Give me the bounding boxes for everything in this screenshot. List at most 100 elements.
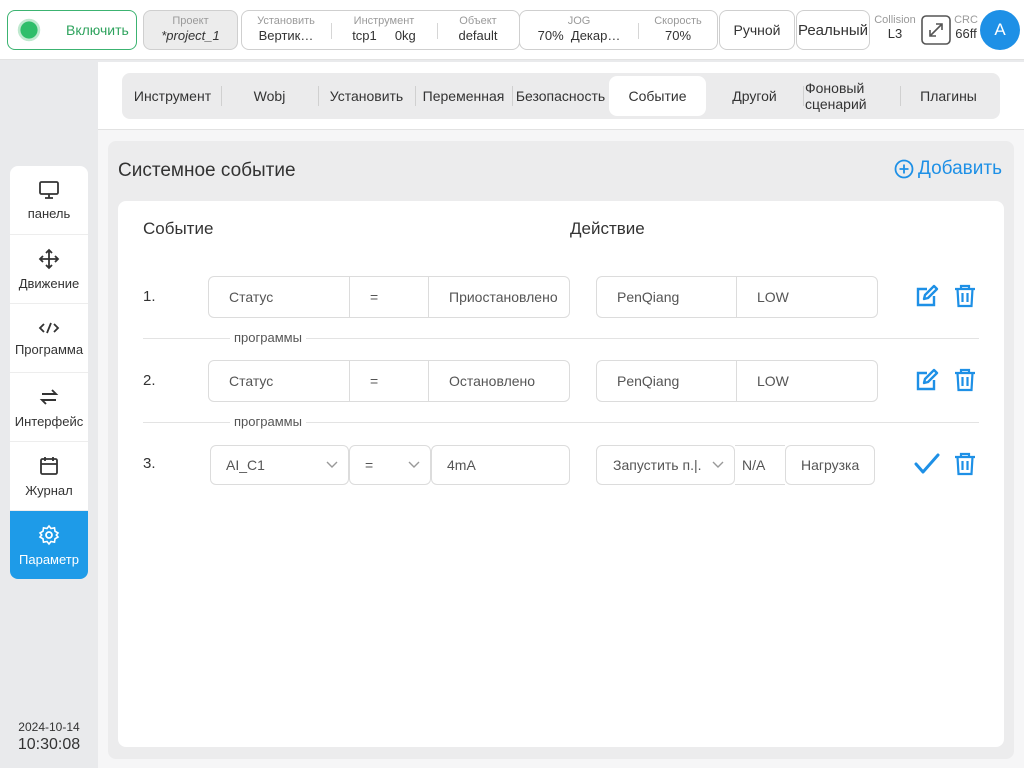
tab-event[interactable]: Событие	[609, 76, 706, 116]
delete-icon[interactable]	[952, 451, 978, 482]
speed-key: Скорость	[654, 15, 702, 27]
sidebar-item-label: Параметр	[19, 552, 79, 567]
chevron-down-icon	[712, 461, 724, 468]
event-action-field[interactable]: PenQiang LOW	[596, 360, 878, 402]
jog-key: JOG	[567, 15, 591, 27]
power-on-label: Включить	[66, 22, 129, 38]
confirm-check-icon[interactable]	[914, 451, 940, 482]
tab-plugins[interactable]: Плагины	[900, 76, 997, 116]
jog-box[interactable]: JOG 70% Декар… Скорость 70%	[519, 10, 718, 50]
sidebar-item-journal[interactable]: Журнал	[10, 442, 88, 511]
tab-safety[interactable]: Безопасность	[512, 76, 609, 116]
sidebar-item-label: Программа	[14, 341, 84, 357]
column-header-event: Событие	[143, 219, 214, 238]
plus-circle-icon	[894, 159, 914, 179]
add-event-label: Добавить	[918, 158, 1002, 179]
add-event-button[interactable]: Добавить	[894, 158, 1002, 180]
sidebar-item-parameter[interactable]: Параметр	[10, 511, 88, 579]
action-select-value: Запустить п.|.	[613, 457, 702, 473]
event-condition-field[interactable]: Статус = Приостановлено	[208, 276, 570, 318]
condition-name: Статус	[209, 277, 350, 317]
crc-stat: CRC 66ff	[952, 14, 980, 42]
sidebar-item-panel[interactable]: панель	[10, 166, 88, 235]
tabs-bar: Инструмент Wobj Установить Переменная Бе…	[98, 62, 1024, 130]
jog-frame: Декар…	[570, 28, 621, 43]
operator-select[interactable]: =	[349, 445, 431, 485]
time-text: 10:30:08	[17, 736, 81, 753]
delete-icon[interactable]	[952, 283, 978, 314]
jog-percent: 70%	[537, 28, 564, 43]
manual-mode-button[interactable]: Ручной	[719, 10, 795, 50]
gear-icon	[38, 524, 60, 546]
action-level: LOW	[757, 373, 789, 389]
real-mode-button[interactable]: Реальный	[796, 10, 870, 50]
page-title: Системное событие	[118, 160, 296, 181]
action-name: PenQiang	[597, 361, 737, 401]
tabs: Инструмент Wobj Установить Переменная Бе…	[122, 73, 1000, 119]
value-input[interactable]: 4mA	[431, 445, 570, 485]
tab-tool[interactable]: Инструмент	[124, 76, 221, 116]
condition-operator: =	[350, 361, 429, 401]
crc-value: 66ff	[955, 26, 977, 41]
power-status-icon	[16, 17, 42, 43]
power-on-button[interactable]: Включить	[7, 10, 137, 50]
project-box[interactable]: Проект *project_1	[143, 10, 238, 50]
condition-value-continuation: программы	[230, 414, 306, 429]
code-icon	[38, 322, 60, 333]
chevron-down-icon	[326, 461, 338, 468]
swap-icon	[39, 388, 59, 405]
action-select[interactable]: Запустить п.|.	[596, 445, 735, 485]
top-bar: Включить Проект *project_1 Установить Ве…	[0, 0, 1024, 60]
sidebar-item-label: Интерфейс	[14, 413, 84, 429]
tab-install[interactable]: Установить	[318, 76, 415, 116]
edit-icon[interactable]	[914, 367, 940, 398]
delete-icon[interactable]	[952, 367, 978, 398]
sidebar-item-interface[interactable]: Интерфейс	[10, 373, 88, 442]
tab-wobj[interactable]: Wobj	[221, 76, 318, 116]
load-input[interactable]: Нагрузка	[785, 445, 875, 485]
event-condition-field[interactable]: Статус = Остановлено	[208, 360, 570, 402]
install-key: Установить	[257, 15, 315, 27]
row-number: 2.	[143, 372, 156, 389]
monitor-icon	[39, 180, 59, 199]
install-value: Вертик…	[258, 28, 314, 43]
project-key: Проект	[172, 15, 209, 27]
sidebar-item-motion[interactable]: Движение	[10, 235, 88, 304]
condition-select-value: AI_C1	[226, 457, 265, 473]
object-value: default	[458, 28, 498, 43]
tab-other[interactable]: Другой	[706, 76, 803, 116]
system-event-card: Системное событие Добавить Событие Дейст…	[108, 141, 1014, 759]
tool-weight: 0kg	[394, 28, 416, 43]
tool-key: Инструмент	[353, 15, 415, 27]
user-avatar[interactable]: A	[980, 10, 1020, 50]
speed-value: 70%	[664, 28, 692, 43]
condition-select[interactable]: AI_C1	[210, 445, 349, 485]
condition-value: Остановлено	[449, 373, 536, 389]
sidebar-item-label: Журнал	[25, 482, 73, 498]
condition-operator: =	[350, 277, 429, 317]
calendar-icon	[40, 456, 58, 475]
collision-value: L3	[887, 26, 903, 41]
load-input-placeholder: Нагрузка	[801, 457, 860, 473]
config-box[interactable]: Установить Вертик… Инструмент tcp1 0kg О…	[241, 10, 520, 50]
crc-key: CRC	[954, 14, 978, 26]
event-table: Событие Действие 1. Статус = Приостановл…	[118, 201, 1004, 747]
sidebar-item-program[interactable]: Программа	[10, 304, 88, 373]
content-area: Инструмент Wobj Установить Переменная Бе…	[98, 62, 1024, 768]
object-key: Объект	[459, 15, 497, 27]
row-number: 3.	[143, 455, 156, 472]
row-number: 1.	[143, 288, 156, 305]
action-level: LOW	[757, 289, 789, 305]
clock: 2024-10-14 10:30:08	[10, 720, 88, 754]
sidebar: панель Движение Программа Интерфейс Журн…	[10, 166, 88, 579]
event-action-field[interactable]: PenQiang LOW	[596, 276, 878, 318]
fullscreen-icon[interactable]	[921, 15, 951, 50]
chevron-down-icon	[408, 461, 420, 468]
tab-variable[interactable]: Переменная	[415, 76, 512, 116]
sidebar-item-label: панель	[27, 205, 71, 221]
move-icon	[38, 248, 60, 269]
edit-icon[interactable]	[914, 283, 940, 314]
action-name: PenQiang	[597, 277, 737, 317]
tool-value: tcp1	[352, 28, 377, 43]
tab-background-script[interactable]: Фоновый сценарий	[803, 76, 900, 116]
